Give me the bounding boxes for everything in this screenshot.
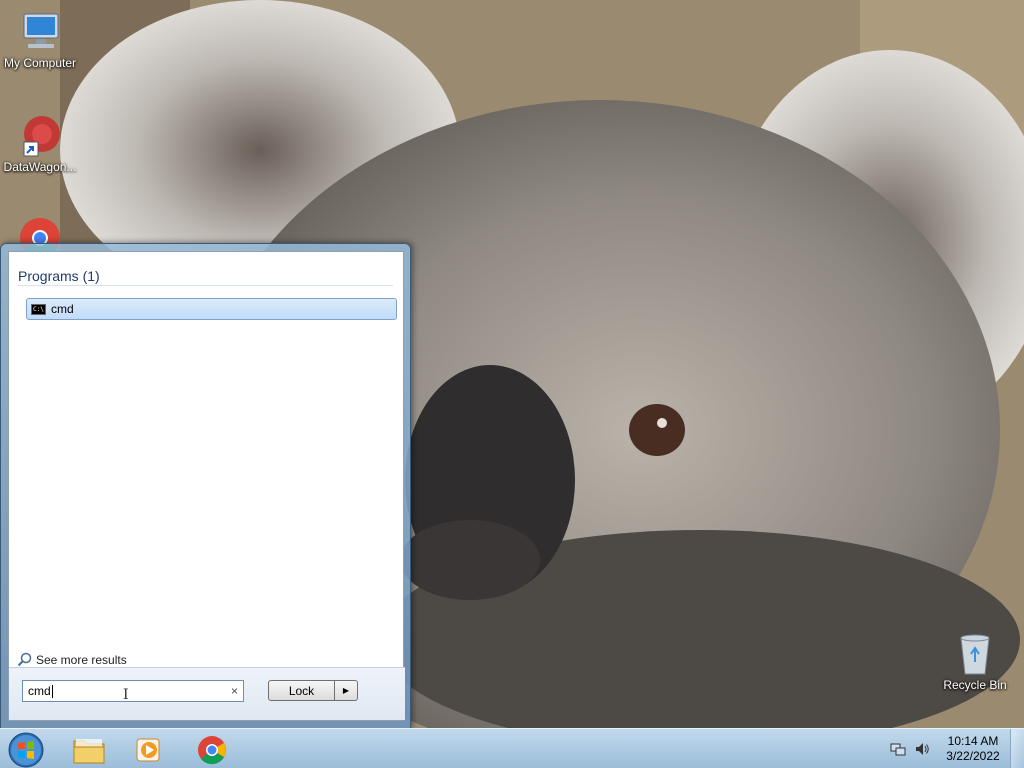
windows-logo-icon [8, 732, 44, 768]
text-caret [51, 684, 53, 698]
programs-section-header: Programs (1) [18, 268, 100, 284]
section-divider [18, 285, 393, 286]
search-results-panel: Programs (1) C:\ cmd See more results cm… [8, 251, 405, 721]
desktop-icon-my-computer[interactable]: My Computer [0, 10, 80, 70]
start-search-input[interactable]: cmd × [22, 680, 244, 702]
taskbar-chrome-button[interactable] [184, 732, 240, 767]
volume-icon[interactable] [914, 741, 930, 757]
taskbar-explorer-button[interactable] [61, 732, 117, 767]
clock-time: 10:14 AM [947, 734, 999, 748]
search-area: cmd × I Lock ▶ [9, 667, 405, 720]
magnifier-icon [17, 652, 32, 667]
desktop-icon-label: My Computer [3, 56, 77, 70]
search-result-label: cmd [51, 302, 74, 316]
recycle-bin-icon [951, 632, 999, 676]
desktop-icon-datawagon[interactable]: DataWagon... [0, 114, 80, 174]
search-result-cmd[interactable]: C:\ cmd [26, 298, 397, 320]
datawagon-shortcut-icon [16, 114, 64, 158]
folder-icon [73, 738, 105, 763]
shutdown-options-arrow[interactable]: ▶ [335, 680, 358, 701]
desktop-icon-label: DataWagon... [3, 160, 77, 174]
taskbar-media-player-button[interactable] [121, 732, 177, 767]
start-button[interactable] [6, 731, 46, 768]
see-more-results-link[interactable]: See more results [17, 652, 127, 667]
network-icon[interactable] [890, 741, 906, 757]
cmd-icon: C:\ [31, 303, 46, 315]
computer-icon [16, 10, 64, 54]
desktop-icon-recycle-bin[interactable]: Recycle Bin [935, 632, 1015, 692]
clock-date: 3/22/2022 [946, 749, 1000, 763]
lock-button[interactable]: Lock [268, 680, 335, 701]
media-player-icon [136, 738, 160, 761]
power-button-group: Lock ▶ [268, 680, 358, 701]
taskbar-clock[interactable]: 10:14 AM 3/22/2022 [942, 734, 1004, 764]
ibeam-cursor-icon: I [123, 687, 129, 703]
chrome-icon [198, 735, 226, 764]
taskbar: 10:14 AM 3/22/2022 [0, 728, 1024, 768]
clear-search-icon[interactable]: × [231, 684, 238, 698]
search-input-value: cmd [28, 684, 51, 698]
see-more-results-label: See more results [36, 652, 127, 667]
system-tray [890, 741, 930, 757]
show-desktop-button[interactable] [1010, 729, 1024, 768]
start-menu: Programs (1) C:\ cmd See more results cm… [0, 243, 411, 729]
desktop-icon-label: Recycle Bin [943, 678, 1007, 692]
